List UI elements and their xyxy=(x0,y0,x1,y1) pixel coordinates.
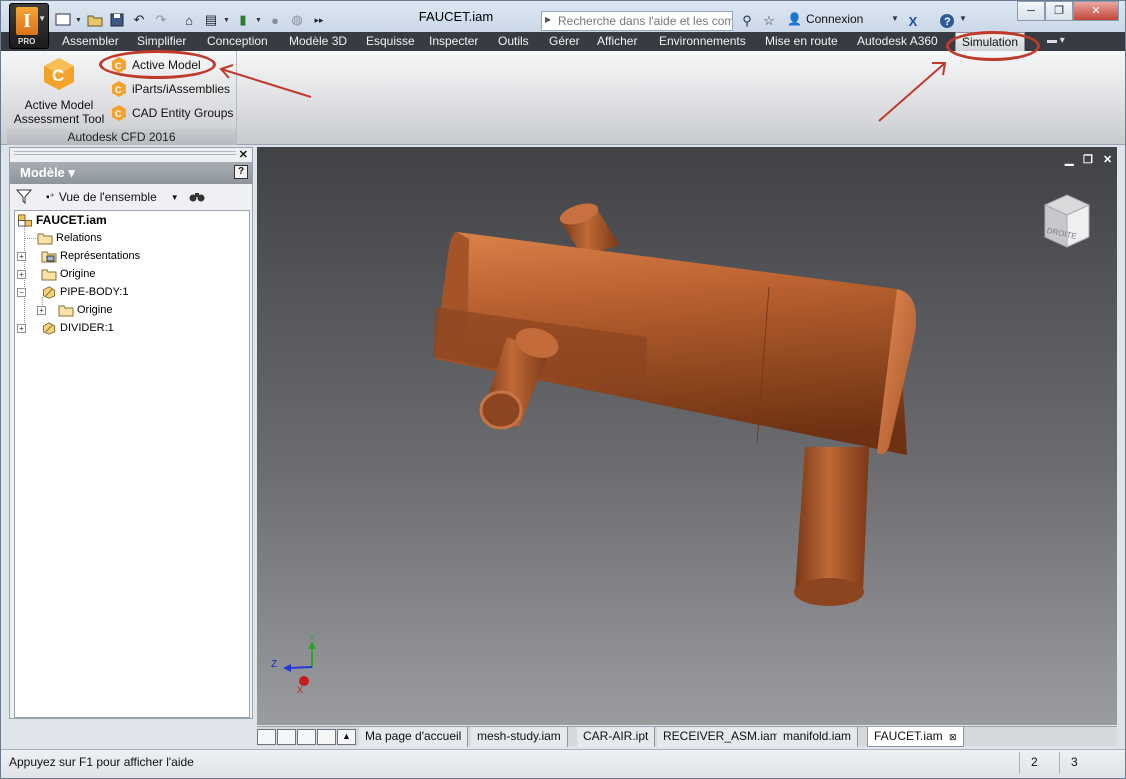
tree-node-divider[interactable]: + DIVIDER:1 xyxy=(17,319,114,337)
tree-node-root[interactable]: FAUCET.iam xyxy=(17,211,107,229)
expand-icon[interactable]: + xyxy=(17,269,26,279)
tree-node-label: Représentations xyxy=(60,250,141,262)
tree-node-label: Origine xyxy=(60,268,96,280)
tree-node-label: DIVIDER:1 xyxy=(60,322,114,334)
doc-tab-car-air[interactable]: CAR-AIR.ipt xyxy=(577,727,656,747)
tile-horizontal-icon[interactable] xyxy=(297,729,316,745)
doc-tab-home[interactable]: Ma page d'accueil xyxy=(359,727,469,747)
annotation-arrow xyxy=(220,68,312,98)
doc-tab-receiver-asm[interactable]: RECEIVER_ASM.iam xyxy=(657,727,787,747)
representations-icon xyxy=(41,251,57,262)
tab-list-icon[interactable]: ▲ xyxy=(337,729,356,745)
annotation-arrows xyxy=(219,62,947,122)
tile-windows-icon[interactable] xyxy=(277,729,296,745)
axis-triad: Y Z X xyxy=(271,633,316,693)
browser-title: Modèle xyxy=(20,165,65,180)
close-icon[interactable]: ⊠ xyxy=(949,732,957,742)
tree-node-origine[interactable]: + Origine xyxy=(17,265,95,283)
expand-icon[interactable]: + xyxy=(37,305,46,315)
cascade-windows-icon[interactable] xyxy=(257,729,276,745)
model-tree: FAUCET.iam Relations + Représentations +… xyxy=(14,210,250,718)
doc-tab-label: FAUCET.iam xyxy=(874,729,943,743)
tree-node-label: FAUCET.iam xyxy=(36,213,107,227)
document-tab-bar: ▲ Ma page d'accueil mesh-study.iam CAR-A… xyxy=(257,726,1117,747)
tree-node-label: PIPE-BODY:1 xyxy=(60,286,129,298)
view-label: Vue de l'ensemble xyxy=(58,190,157,204)
chevron-down-icon: ▼ xyxy=(38,14,46,23)
application-window: I PRO ▼ ▼ ↶ ↷ ⌂ ▤ ▼ ▮ ▼ ● ◍ ▸▸ FAUCET.ia… xyxy=(0,0,1126,779)
status-count-b: 3 xyxy=(1071,755,1078,769)
axis-z-label: Z xyxy=(271,659,277,670)
tree-node-pipe-body[interactable]: − PIPE-BODY:1 xyxy=(17,283,128,301)
assembly-view-icon: ▪⁺ xyxy=(46,191,55,203)
chevron-down-icon: ▼ xyxy=(170,192,179,202)
application-menu-button[interactable]: I PRO ▼ xyxy=(9,3,49,49)
status-message: Appuyez sur F1 pour afficher l'aide xyxy=(9,755,194,769)
assembly-icon xyxy=(18,213,32,227)
part-icon xyxy=(42,285,56,299)
folder-icon xyxy=(41,269,57,280)
find-binoculars-icon[interactable] xyxy=(189,189,205,206)
edition-badge: PRO xyxy=(18,37,36,46)
tree-node-pipe-body-origine[interactable]: + Origine xyxy=(37,301,112,319)
close-icon[interactable]: ✕ xyxy=(239,148,248,161)
browser-toolbar: ▪⁺ Vue de l'ensemble ▼ xyxy=(10,185,252,209)
doc-tab-manifold[interactable]: manifold.iam xyxy=(777,727,859,747)
expand-icon[interactable]: + xyxy=(17,323,26,333)
annotation-arrow xyxy=(878,62,946,122)
tree-node-label: Origine xyxy=(77,304,113,316)
part-icon xyxy=(42,321,56,335)
tree-node-relations[interactable]: Relations xyxy=(37,229,102,247)
inventor-logo-icon: I xyxy=(16,7,38,35)
model-browser: ✕ Modèle ▾ ? ▪⁺ Vue de l'ensemble ▼ FAUC… xyxy=(9,147,253,719)
tree-node-representations[interactable]: + Représentations xyxy=(17,247,140,265)
collapse-icon[interactable]: − xyxy=(17,287,26,297)
tile-vertical-icon[interactable] xyxy=(317,729,336,745)
panel-grip[interactable] xyxy=(14,151,236,157)
tree-node-label: Relations xyxy=(56,232,102,244)
axis-x-label: X xyxy=(297,685,303,693)
axis-y-label: Y xyxy=(309,633,315,643)
view-selector[interactable]: ▪⁺ Vue de l'ensemble ▼ xyxy=(46,190,179,204)
filter-icon[interactable] xyxy=(15,188,33,207)
status-bar: Appuyez sur F1 pour afficher l'aide 2 3 xyxy=(1,749,1125,778)
folder-icon xyxy=(58,305,74,316)
doc-tab-faucet[interactable]: FAUCET.iam ⊠ xyxy=(867,727,964,747)
folder-icon xyxy=(37,233,53,244)
expand-icon[interactable]: + xyxy=(17,251,26,261)
doc-tab-mesh-study[interactable]: mesh-study.iam xyxy=(471,727,568,747)
graphics-viewport[interactable]: ▁ ❐ ✕ DROITE Y Z X xyxy=(257,147,1117,725)
faucet-3d-model[interactable] xyxy=(257,147,1117,725)
status-count-a: 2 xyxy=(1031,755,1038,769)
browser-title-dropdown[interactable]: Modèle ▾ xyxy=(20,165,75,181)
browser-header: Modèle ▾ ? xyxy=(10,162,252,184)
help-icon[interactable]: ? xyxy=(234,165,248,179)
